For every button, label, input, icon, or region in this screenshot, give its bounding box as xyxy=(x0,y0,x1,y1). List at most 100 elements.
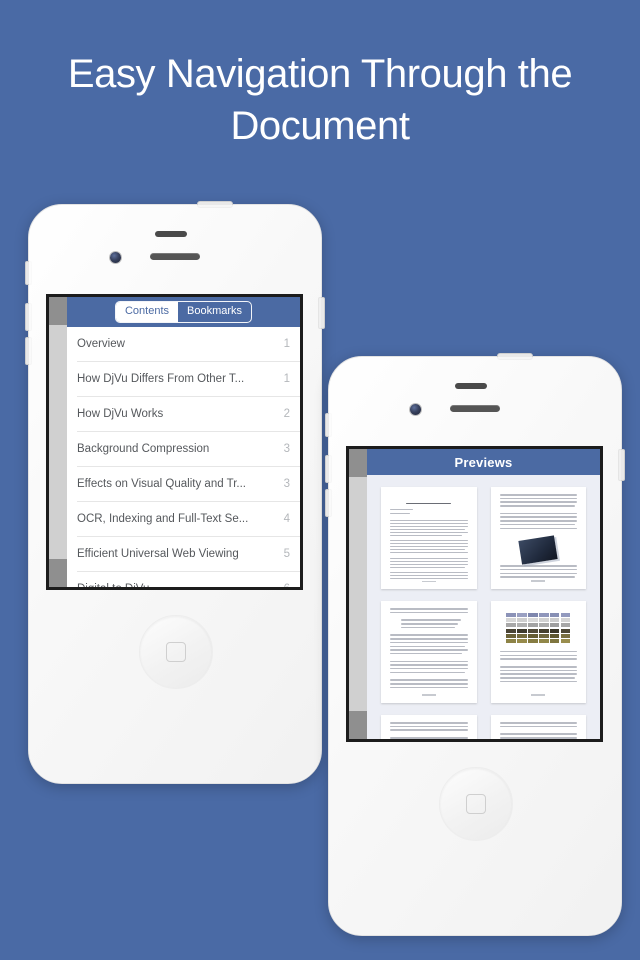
thumbnail-text-line xyxy=(390,611,468,614)
table-row[interactable]: OCR, Indexing and Full-Text Se... 4 xyxy=(77,502,300,537)
color-swatch xyxy=(560,618,571,623)
volume-up-button[interactable] xyxy=(25,303,32,331)
toc-entry-page: 5 xyxy=(283,548,290,560)
thumbnail-text-line xyxy=(499,737,577,739)
color-swatch-grid xyxy=(506,613,571,643)
page-thumbnail[interactable] xyxy=(490,601,586,703)
color-swatch xyxy=(560,623,571,628)
thumbnail-text-line xyxy=(499,669,577,672)
thumbnail-text-line xyxy=(390,519,468,521)
thumbnail-text-line xyxy=(390,572,468,573)
table-row[interactable]: Digital to DjVu6 xyxy=(77,572,300,587)
color-swatch xyxy=(527,613,538,617)
page-thumbnail-grid[interactable] xyxy=(381,487,586,739)
sidebar-edge-strip-2[interactable] xyxy=(349,449,367,739)
previews-navbar: Previews xyxy=(367,449,600,475)
page-thumbnail[interactable] xyxy=(381,601,477,703)
thumbnail-text-line xyxy=(390,679,468,681)
thumbnail-page-number xyxy=(421,581,436,583)
thumbnail-text-line xyxy=(499,650,577,653)
toc-entry-page: 3 xyxy=(283,443,290,455)
thumbnail-text-line xyxy=(390,638,468,640)
table-row[interactable]: Effects on Visual Quality and Tr... 3 xyxy=(77,467,300,502)
power-button[interactable] xyxy=(197,201,233,208)
page-thumbnail[interactable] xyxy=(490,487,586,589)
thumbnail-text-line xyxy=(390,528,466,530)
thumbnail-text-line xyxy=(390,563,468,565)
color-swatch xyxy=(549,623,560,628)
color-swatch xyxy=(517,633,527,638)
table-row[interactable]: How DjVu Works 2 xyxy=(77,397,300,432)
toc-entry-title: OCR, Indexing and Full-Text Se... xyxy=(77,513,249,525)
thumbnail-spacer xyxy=(390,657,468,661)
color-swatch xyxy=(560,613,571,617)
color-swatch xyxy=(538,618,549,623)
phone-screen-contents: Contents Bookmarks Overview 1 How DjVu Dif… xyxy=(46,294,303,590)
page-thumbnail[interactable] xyxy=(490,715,586,739)
volume-down-button-2[interactable] xyxy=(325,489,332,517)
home-square-icon-2 xyxy=(466,794,486,814)
toc-entry-title: How DjVu Differs From Other T... xyxy=(77,373,245,385)
page-thumbnail[interactable] xyxy=(381,487,477,589)
tab-bookmarks[interactable]: Bookmarks xyxy=(178,302,251,322)
thumbnail-figure-scanner-icon xyxy=(500,535,578,565)
volume-up-button-2[interactable] xyxy=(325,455,332,483)
thumbnail-text-line xyxy=(390,560,468,562)
table-row[interactable]: How DjVu Differs From Other T... 1 xyxy=(77,362,300,397)
toc-entry-title: Effects on Visual Quality and Tr... xyxy=(77,478,246,490)
thumbnail-page-number xyxy=(421,694,436,696)
sidebar-strip-middle-2 xyxy=(349,477,367,711)
color-swatch xyxy=(527,633,538,638)
toc-entry-title: How DjVu Works xyxy=(77,408,164,420)
phone-screen-previews: Previews xyxy=(346,446,603,742)
thumbnail-text-line xyxy=(390,725,468,728)
thumbnail-text-line xyxy=(390,575,468,576)
thumbnail-text-line xyxy=(390,664,468,666)
thumbnail-text-line xyxy=(390,722,468,724)
table-row[interactable]: Background Compression 3 xyxy=(77,432,300,467)
color-swatch xyxy=(549,613,560,617)
table-row[interactable]: Overview 1 xyxy=(77,327,300,362)
thumbnail-page-number xyxy=(531,694,546,696)
thumbnail-text-line xyxy=(390,645,466,647)
home-button-2[interactable] xyxy=(439,767,513,841)
thumbnail-text-line xyxy=(390,525,468,527)
thumbnail-text-line xyxy=(499,658,577,660)
toc-entry-title: Efficient Universal Web Viewing xyxy=(77,548,239,560)
color-swatch xyxy=(506,613,516,617)
volume-down-button[interactable] xyxy=(25,337,32,365)
page-thumbnail[interactable] xyxy=(381,715,477,739)
thumbnail-text-line xyxy=(499,512,577,515)
power-button-2[interactable] xyxy=(497,353,533,360)
color-swatch xyxy=(538,613,549,617)
mute-switch[interactable] xyxy=(25,261,32,285)
thumbnail-text-line xyxy=(390,641,468,644)
thumbnail-text-line xyxy=(499,680,577,683)
thumbnail-text-line xyxy=(499,677,575,679)
thumbnail-heading xyxy=(406,503,452,505)
mute-switch-2[interactable] xyxy=(325,413,332,437)
figure-document-shape xyxy=(518,535,558,565)
thumbnail-text-line xyxy=(400,619,462,621)
color-swatch xyxy=(517,628,527,633)
thumbnail-text-line xyxy=(390,634,468,636)
color-swatch xyxy=(538,628,549,633)
color-swatch xyxy=(506,628,516,633)
thumbnail-text-line xyxy=(390,512,411,514)
table-row[interactable]: Efficient Universal Web Viewing 5 xyxy=(77,537,300,572)
home-button[interactable] xyxy=(139,615,213,689)
thumbnail-text-line xyxy=(390,652,463,655)
previews-pane: Previews xyxy=(367,449,600,739)
table-of-contents-list[interactable]: Overview 1 How DjVu Differs From Other T..… xyxy=(67,327,300,587)
color-swatch xyxy=(560,638,571,643)
color-swatch xyxy=(549,633,560,638)
thumbnail-text-line xyxy=(390,531,468,533)
tab-contents[interactable]: Contents xyxy=(115,302,178,322)
previews-scroll-area[interactable] xyxy=(367,475,600,739)
color-swatch xyxy=(517,618,527,623)
sim-tray-2 xyxy=(618,449,625,481)
toc-entry-page: 4 xyxy=(283,513,290,525)
segmented-control[interactable]: Contents Bookmarks xyxy=(114,301,253,323)
sidebar-edge-strip[interactable] xyxy=(49,297,67,587)
thumbnail-text-line xyxy=(499,733,577,735)
